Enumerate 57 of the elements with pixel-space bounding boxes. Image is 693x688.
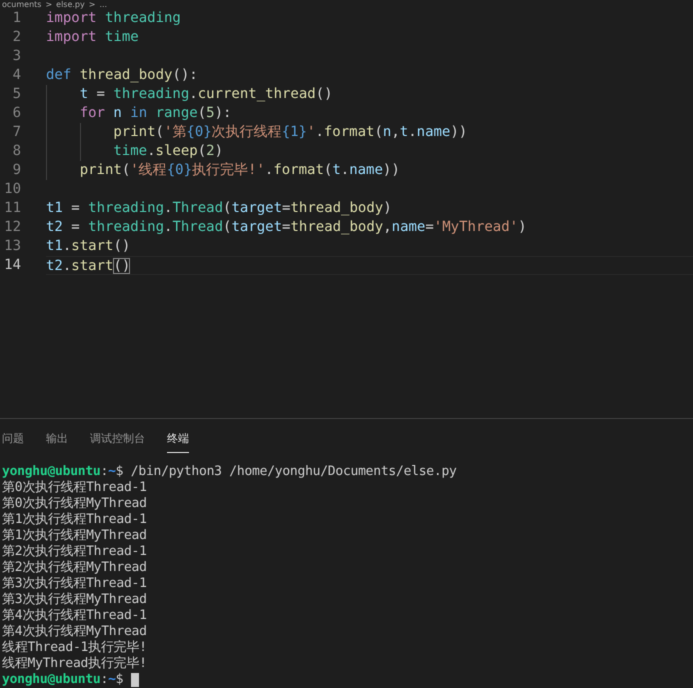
code-line: print('第{0}次执行线程{1}'.format(n,t.name))	[113, 123, 468, 142]
terminal-command: $	[116, 672, 124, 688]
terminal-output-line: 线程Thread-1执行完毕!	[2, 640, 147, 656]
terminal-separator: :	[100, 464, 108, 480]
terminal-output-line: 第0次执行线程MyThread	[2, 496, 147, 512]
terminal-output-line: 第1次执行线程MyThread	[2, 528, 147, 544]
line-number: 6	[12, 104, 21, 123]
terminal-path: ~	[108, 672, 116, 688]
terminal-separator: :	[100, 672, 108, 688]
code-line: t2 = threading.Thread(target=thread_body,name='MyThread')	[46, 218, 527, 237]
terminal-output-line: 第3次执行线程MyThread	[2, 592, 147, 608]
panel-tab[interactable]: 终端	[167, 427, 189, 453]
panel-tab[interactable]: 输出	[46, 427, 68, 453]
line-number: 12	[3, 218, 21, 237]
code-line: t2.start()	[46, 257, 130, 274]
terminal-cursor	[131, 673, 140, 687]
line-number: 7	[12, 123, 21, 142]
code-line: t1.start()	[46, 237, 130, 256]
line-number: 9	[12, 161, 21, 180]
breadcrumb-item[interactable]: ...	[99, 0, 108, 9]
line-number: 11	[3, 199, 21, 218]
terminal-user: yonghu@ubuntu	[2, 464, 100, 480]
code-line: for n in range(5):	[80, 104, 232, 123]
breadcrumb-item[interactable]: >	[45, 0, 52, 9]
code-line: import threading	[46, 9, 181, 28]
terminal-output-line: 第2次执行线程Thread-1	[2, 544, 147, 560]
terminal-path: ~	[108, 464, 116, 480]
code-line: def thread_body():	[46, 66, 198, 85]
breadcrumb-item[interactable]: >	[88, 0, 96, 9]
terminal-command: $ /bin/python3 /home/yonghu/Documents/else.py	[116, 464, 457, 480]
code-line: time.sleep(2)	[113, 142, 223, 161]
code-line: t1 = threading.Thread(target=thread_body)	[46, 199, 392, 218]
terminal-output-line: 第0次执行线程Thread-1	[2, 480, 147, 496]
breadcrumb-item[interactable]: ocuments	[2, 0, 42, 9]
matched-brackets: ()	[113, 258, 130, 274]
terminal-output-line: 第3次执行线程Thread-1	[2, 576, 147, 592]
line-number: 13	[3, 237, 21, 256]
panel-tab[interactable]: 问题	[2, 427, 24, 453]
line-number: 2	[12, 28, 21, 47]
line-number: 10	[3, 180, 21, 199]
terminal-output-line: 第2次执行线程MyThread	[2, 560, 147, 576]
line-number: 1	[12, 9, 21, 28]
line-number: 4	[12, 66, 21, 85]
line-number: 3	[12, 47, 21, 66]
terminal-output-line: 第1次执行线程Thread-1	[2, 512, 147, 528]
panel-tab[interactable]: 调试控制台	[90, 427, 145, 453]
terminal-output-line: 第4次执行线程MyThread	[2, 624, 147, 640]
terminal-user: yonghu@ubuntu	[2, 672, 100, 688]
line-number: 8	[12, 142, 21, 161]
terminal-output-line: 第4次执行线程Thread-1	[2, 608, 147, 624]
terminal-output-line: 线程MyThread执行完毕!	[2, 656, 147, 672]
code-line: print('线程{0}执行完毕!'.format(t.name))	[80, 161, 400, 180]
breadcrumb-item[interactable]: else.py	[56, 0, 85, 9]
line-number: 5	[12, 85, 21, 104]
code-line: import time	[46, 28, 139, 47]
code-line: t = threading.current_thread()	[80, 85, 333, 104]
line-number: 14	[3, 256, 21, 275]
